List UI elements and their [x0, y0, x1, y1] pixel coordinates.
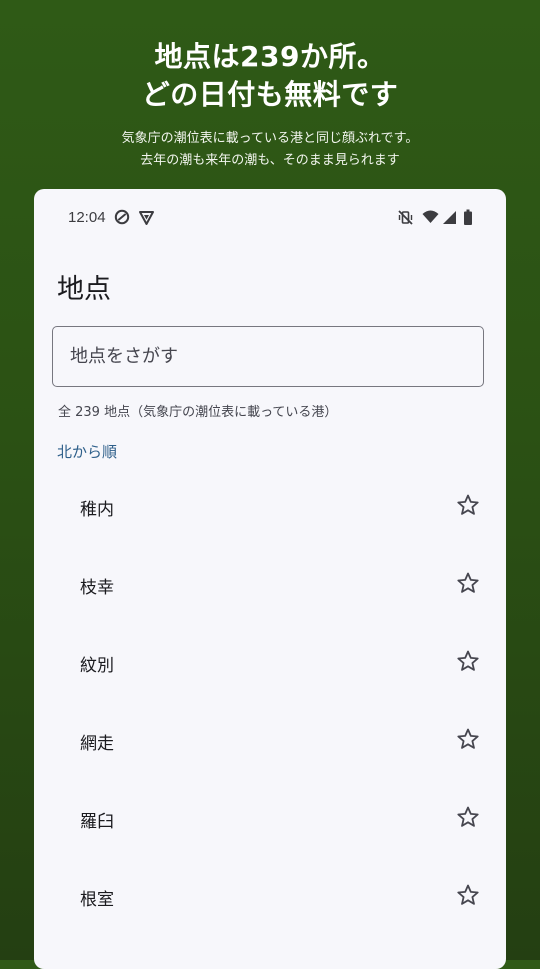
star-icon[interactable] [456, 805, 482, 831]
port-name: 網走 [80, 734, 114, 754]
do-not-disturb-icon [114, 209, 132, 227]
vpn-shield-icon [138, 209, 156, 227]
list-item[interactable]: 羅臼 [34, 779, 506, 857]
port-name: 稚内 [80, 500, 114, 520]
promo-subline-line1: 気象庁の潮位表に載っている港と同じ顔ぶれです。 [121, 131, 419, 146]
promo-headline-line1: 地点は239か所。 [154, 40, 386, 73]
star-icon[interactable] [456, 649, 482, 675]
search-input[interactable] [53, 327, 470, 385]
star-icon[interactable] [456, 493, 482, 519]
list-item[interactable]: 根室 [34, 857, 506, 935]
promo-headline-line2: どの日付も無料です [141, 78, 399, 111]
list-item[interactable]: 紋別 [34, 623, 506, 701]
list-item[interactable]: 稚内 [34, 467, 506, 545]
battery-icon [463, 209, 481, 227]
promo-subline-line2: 去年の潮も来年の潮も、そのまま見られます [140, 153, 400, 168]
status-time: 12:04 [68, 209, 106, 226]
star-icon[interactable] [456, 727, 482, 753]
star-icon[interactable] [456, 883, 482, 909]
wifi-icon [422, 209, 440, 227]
sort-order-link[interactable]: 北から順 [57, 441, 117, 462]
station-count-text: 全 239 地点（気象庁の潮位表に載っている港） [58, 405, 338, 420]
vibrate-off-icon [397, 209, 415, 227]
phone-screen: 12:04 地点 地点をさがす 全 239 地点（気象庁の潮位表に載っている港）… [34, 189, 506, 969]
port-name: 紋別 [80, 656, 114, 676]
list-item[interactable]: 枝幸 [34, 545, 506, 623]
list-item[interactable]: 網走 [34, 701, 506, 779]
port-name: 根室 [80, 890, 114, 910]
page-title: 地点 [57, 274, 111, 305]
cellular-signal-icon [442, 209, 460, 227]
star-icon[interactable] [456, 571, 482, 597]
status-bar: 12:04 [34, 189, 506, 247]
promo-banner: 地点は239か所。 どの日付も無料です 気象庁の潮位表に載っている港と同じ顔ぶれ… [0, 0, 540, 172]
port-name: 枝幸 [80, 578, 114, 598]
promo-headline: 地点は239か所。 どの日付も無料です [0, 0, 540, 114]
port-list: 稚内 枝幸 紋別 網走 羅臼 根室 [34, 467, 506, 935]
search-field[interactable] [52, 326, 484, 387]
promo-subline: 気象庁の潮位表に載っている港と同じ顔ぶれです。 去年の潮も来年の潮も、そのまま見… [0, 128, 540, 172]
port-name: 羅臼 [80, 812, 114, 832]
